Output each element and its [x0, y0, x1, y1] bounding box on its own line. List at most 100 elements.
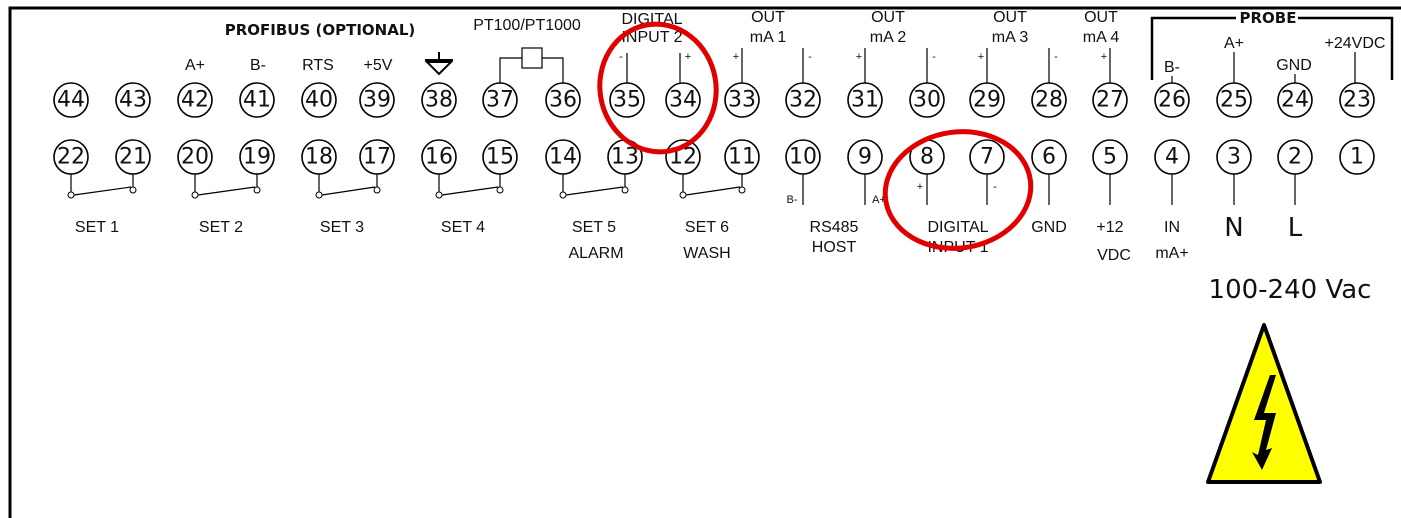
terminal-42: 42 [177, 82, 213, 118]
terminal-30: 30 [909, 82, 945, 118]
svg-text:5: 5 [1103, 145, 1117, 170]
svg-text:24: 24 [1281, 88, 1309, 113]
plus12-label: +12 [1096, 219, 1123, 236]
terminal-5: 5 [1092, 139, 1128, 175]
svg-text:1: 1 [1350, 145, 1364, 170]
svg-text:41: 41 [243, 88, 271, 113]
profibus-5v-label: +5V [364, 57, 393, 74]
svg-text:33: 33 [728, 88, 756, 113]
svg-text:6: 6 [1042, 145, 1056, 170]
pt100-label: PT100/PT1000 [473, 17, 581, 34]
out3-plus-sign: + [978, 51, 984, 63]
di2-plus-sign: + [685, 51, 691, 63]
terminal-21: 21 [115, 139, 151, 175]
probe-24vdc-label: +24VDC [1325, 35, 1386, 52]
svg-text:21: 21 [119, 145, 147, 170]
terminal-31: 31 [847, 82, 883, 118]
terminal-43: 43 [115, 82, 151, 118]
out-ma3-label-line2: mA 3 [992, 29, 1029, 46]
ground-icon [424, 52, 454, 76]
terminal-27: 27 [1092, 82, 1128, 118]
svg-text:40: 40 [305, 88, 333, 113]
gnd-label: GND [1031, 219, 1067, 236]
terminal-1: 1 [1339, 139, 1375, 175]
svg-text:9: 9 [858, 145, 872, 170]
terminal-2: 2 [1277, 139, 1313, 175]
terminal-9: 9 [847, 139, 883, 175]
probe-b-minus-label: B- [1164, 59, 1180, 76]
out-ma1-label-line1: OUT [751, 9, 785, 26]
svg-text:42: 42 [181, 88, 209, 113]
svg-text:3: 3 [1227, 145, 1241, 170]
terminal-25: 25 [1216, 82, 1252, 118]
svg-text:26: 26 [1158, 88, 1186, 113]
terminal-wiring-diagram: PROBE PROFIBUS (OPTIONAL) A+ B- RTS +5V … [8, 6, 1401, 518]
terminal-28: 28 [1031, 82, 1067, 118]
terminal-26: 26 [1154, 82, 1190, 118]
profibus-label: PROFIBUS (OPTIONAL) [225, 21, 416, 39]
svg-text:36: 36 [549, 88, 577, 113]
line-l-label: L [1288, 213, 1303, 243]
terminal-10: 10 [785, 139, 821, 175]
out-ma1-label-line2: mA 1 [750, 29, 787, 46]
svg-text:15: 15 [486, 145, 514, 170]
terminal-41: 41 [239, 82, 275, 118]
ma-plus-label: mA+ [1155, 245, 1188, 262]
svg-text:30: 30 [913, 88, 941, 113]
terminal-4: 4 [1154, 139, 1190, 175]
host-label: HOST [812, 239, 857, 256]
in-label: IN [1164, 219, 1180, 236]
out2-plus-sign: + [856, 51, 862, 63]
svg-text:44: 44 [57, 88, 85, 113]
terminal-17: 17 [359, 139, 395, 175]
probe-a-plus-label: A+ [1224, 35, 1244, 52]
out4-plus-sign: + [1101, 51, 1107, 63]
svg-text:27: 27 [1096, 88, 1124, 113]
terminal-3: 3 [1216, 139, 1252, 175]
out3-minus-sign: - [1054, 51, 1058, 63]
svg-text:19: 19 [243, 145, 271, 170]
svg-text:4: 4 [1165, 145, 1179, 170]
supply-voltage-label: 100-240 Vac [1209, 275, 1372, 305]
set1-label: SET 1 [75, 219, 119, 236]
svg-text:16: 16 [425, 145, 453, 170]
svg-text:7: 7 [980, 145, 994, 170]
svg-text:20: 20 [181, 145, 209, 170]
terminal-11: 11 [724, 139, 760, 175]
set4-label: SET 4 [441, 219, 485, 236]
out-ma3-label-line1: OUT [993, 9, 1027, 26]
terminal-22: 22 [53, 139, 89, 175]
out-ma2-label-line2: mA 2 [870, 29, 907, 46]
rs485-label: RS485 [810, 219, 859, 236]
terminal-24: 24 [1277, 82, 1313, 118]
svg-text:23: 23 [1343, 88, 1371, 113]
svg-text:35: 35 [613, 88, 641, 113]
svg-text:22: 22 [57, 145, 85, 170]
terminal-34: 34 [665, 82, 701, 118]
svg-text:29: 29 [973, 88, 1001, 113]
svg-text:38: 38 [425, 88, 453, 113]
profibus-a-plus-label: A+ [185, 57, 205, 74]
svg-text:10: 10 [789, 145, 817, 170]
terminal-32: 32 [785, 82, 821, 118]
svg-text:31: 31 [851, 88, 879, 113]
terminal-20: 20 [177, 139, 213, 175]
terminal-40: 40 [301, 82, 337, 118]
svg-text:17: 17 [363, 145, 391, 170]
out-ma4-label-line2: mA 4 [1083, 29, 1120, 46]
terminal-14: 14 [545, 139, 581, 175]
terminal-23: 23 [1339, 82, 1375, 118]
svg-text:43: 43 [119, 88, 147, 113]
terminal-37: 37 [482, 82, 518, 118]
neutral-n-label: N [1224, 213, 1243, 243]
terminal-36: 36 [545, 82, 581, 118]
probe-gnd-label: GND [1276, 57, 1312, 74]
terminal-6: 6 [1031, 139, 1067, 175]
di1-minus-sign: - [993, 181, 997, 193]
terminal-29: 29 [969, 82, 1005, 118]
svg-text:2: 2 [1288, 145, 1302, 170]
terminal-38: 38 [421, 82, 457, 118]
high-voltage-warning-icon [1206, 323, 1322, 484]
digital-input1-highlight [882, 129, 1034, 251]
terminal-35: 35 [609, 82, 645, 118]
